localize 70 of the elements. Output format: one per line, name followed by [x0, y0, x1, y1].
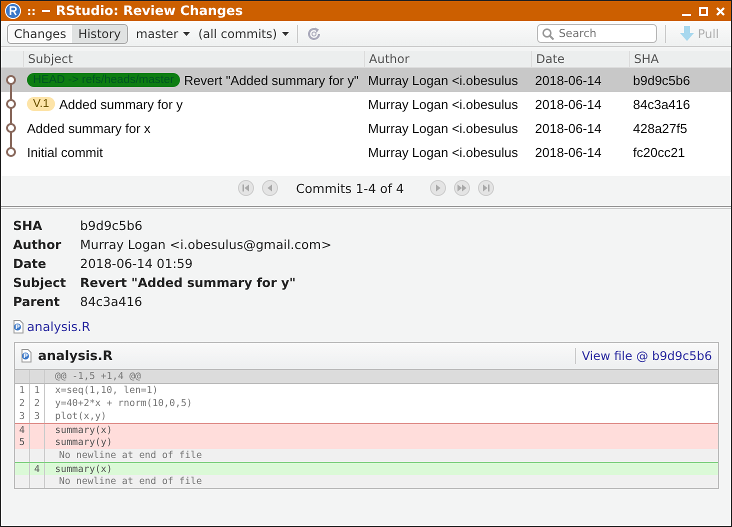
commit-author: Murray Logan <i.obesulus: [367, 120, 519, 136]
maximize-icon[interactable]: [699, 6, 708, 16]
field-label: Date: [13, 256, 48, 271]
field-label: Parent: [13, 294, 61, 309]
commit-row[interactable]: Added summary for x Murray Logan <i.obesulus 2018-06-14 428a27f5: [1, 116, 731, 140]
commit-subject: Initial commit: [27, 144, 103, 160]
code-line: y=40+2*x + rnorm(10,0,5): [54, 397, 194, 410]
commit-row[interactable]: V.1 Added summary for y Murray Logan <i.obesulus 2018-06-14 84c3a416: [1, 92, 731, 116]
diff-file-name: analysis.R: [38, 348, 114, 364]
tab[interactable]: Changes: [8, 24, 72, 42]
close-icon[interactable]: [716, 6, 725, 16]
column-header[interactable]: Subject: [23, 51, 364, 67]
diff-note: No newline at end of file: [58, 475, 203, 488]
field-value: 84c3a416: [80, 294, 144, 309]
field-value: b9d9c5b6: [80, 218, 144, 233]
field-label: Subject: [13, 275, 67, 290]
field-value: 2018-06-14 01:59: [80, 256, 194, 271]
pager-label: Commits 1-4 of 4: [296, 180, 404, 196]
commit-row[interactable]: Initial commit Murray Logan <i.obesulus 2018-06-14 fc20cc21: [1, 140, 731, 164]
minimize-icon[interactable]: [42, 7, 50, 15]
commit-author: Murray Logan <i.obesulus: [367, 144, 519, 160]
down-arrow-icon: [680, 26, 694, 41]
commit-date: 2018-06-14: [534, 96, 602, 112]
code-line: summary(x): [54, 424, 114, 437]
caret-icon: [183, 32, 190, 36]
filter-dropdown[interactable]: (all commits): [198, 26, 278, 40]
caret-icon: [282, 32, 290, 36]
r-file-icon: [21, 349, 32, 363]
field-label: Author: [13, 237, 62, 252]
field-label: SHA: [13, 218, 44, 233]
tag-label: V.1: [27, 97, 56, 111]
code-line: summary(x): [54, 463, 114, 476]
file-link[interactable]: analysis.R: [27, 319, 90, 334]
commit-date: 2018-06-14: [534, 120, 602, 136]
column-header[interactable]: SHA: [629, 51, 731, 67]
field-value: Revert "Added summary for y": [80, 275, 297, 290]
commit-subject: Revert "Added summary for y": [184, 72, 359, 88]
menu-glyph[interactable]: ::: [27, 4, 36, 18]
branch-dropdown[interactable]: master: [136, 26, 178, 40]
diff-note: No newline at end of file: [58, 449, 203, 462]
commit-sha: 428a27f5: [632, 120, 688, 136]
commit-sha: fc20cc21: [632, 144, 686, 160]
field-value: Murray Logan <i.obesulus@gmail.com>: [80, 237, 333, 252]
next-page-icon[interactable]: [430, 180, 446, 196]
r-file-icon: [13, 320, 24, 334]
commit-date: 2018-06-14: [534, 72, 602, 88]
commit-subject: Added summary for y: [59, 96, 183, 112]
column-header[interactable]: Author: [364, 51, 531, 67]
app-logo-icon: [5, 3, 21, 19]
tab[interactable]: History: [72, 24, 127, 42]
search-icon: [542, 28, 554, 40]
commit-subject: Added summary for x: [27, 120, 151, 136]
column-header[interactable]: Date: [531, 51, 629, 67]
code-line: x=seq(1,10, len=1): [54, 384, 159, 397]
first-page-icon[interactable]: [238, 180, 254, 196]
commit-date: 2018-06-14: [534, 144, 602, 160]
commit-author: Murray Logan <i.obesulus: [367, 96, 519, 112]
view-file-link[interactable]: View file @ b9d9c5b6: [582, 349, 712, 363]
last-page-icon[interactable]: [478, 180, 494, 196]
refresh-icon[interactable]: [306, 26, 322, 42]
commit-sha: 84c3a416: [632, 96, 692, 112]
window-title: RStudio: Review Changes: [56, 4, 244, 18]
code-line: summary(y): [54, 436, 114, 449]
commit-author: Murray Logan <i.obesulus: [367, 72, 519, 88]
code-line: plot(x,y): [54, 410, 108, 423]
previous-page-icon[interactable]: [262, 180, 278, 196]
commit-sha: b9d9c5b6: [632, 72, 692, 88]
hunk-header: @@ -1,5 +1,4 @@: [54, 370, 142, 383]
fast-forward-icon[interactable]: [454, 180, 470, 196]
search-field[interactable]: Search: [536, 24, 657, 43]
